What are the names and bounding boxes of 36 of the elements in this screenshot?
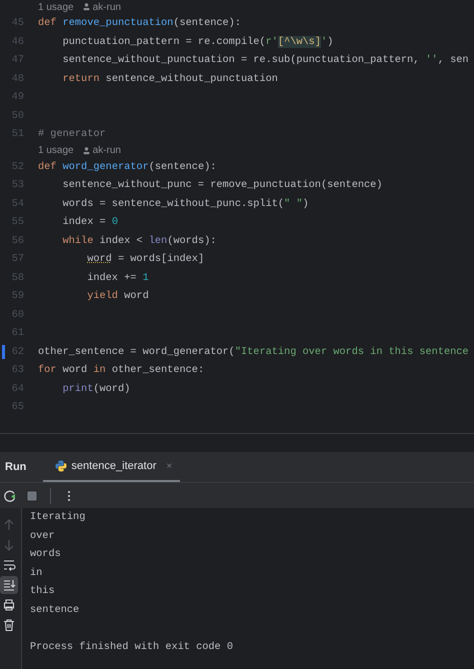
code-line: return sentence_without_punctuation [62, 72, 278, 85]
code-line: punctuation_pattern = re.compile(r'[^\w\s]') [62, 36, 334, 48]
output-line: in [30, 566, 44, 580]
python-icon [55, 460, 68, 472]
code-line: def remove_punctuation(sentence): [38, 17, 241, 30]
code-line: word = words[index] [86, 253, 204, 266]
output-line: sentence [30, 602, 80, 618]
code-line: while index < len(words): [62, 234, 216, 247]
code-line: def word_generator(sentence): [38, 160, 216, 173]
code-line: yield word [86, 290, 149, 302]
tab-label: sentence_iterator [71, 460, 156, 472]
code-line: print(word) [62, 382, 130, 395]
code-line: index = 0 [62, 216, 118, 228]
code-line: # generator [38, 128, 106, 140]
output-line: Iterating [30, 510, 86, 525]
exit-message: Process finished with exit code 0 [30, 640, 233, 654]
author-hint[interactable]: ak-run [92, 2, 121, 12]
output-line: this [30, 584, 56, 599]
code-line: words = sentence_without_punc.split(" ") [62, 198, 309, 210]
code-line: for word in other_sentence: [38, 364, 204, 376]
usage-hint[interactable]: 1 usage [38, 2, 74, 12]
panel-title: Run [5, 461, 26, 473]
person-icon [82, 3, 90, 11]
rerun-icon[interactable] [2, 488, 18, 504]
person-icon [82, 146, 90, 154]
output-line: words [30, 547, 62, 562]
author-hint[interactable]: ak-run [92, 145, 121, 156]
code-line: sentence_without_punc = remove_punctuation(sentence) [62, 179, 382, 192]
close-icon[interactable]: × [166, 460, 172, 472]
code-line: sentence_without_punctuation = re.sub(punctuation_pattern, '', sen [62, 54, 469, 66]
change-marker[interactable] [2, 344, 5, 359]
code-line: other_sentence = word_generator("Iterating over words in this sentence [38, 346, 469, 358]
code-line: index += 1 [86, 272, 149, 284]
output-line: over [30, 528, 56, 544]
usage-hint[interactable]: 1 usage [38, 145, 74, 156]
scroll-to-end-icon[interactable] [0, 576, 18, 594]
